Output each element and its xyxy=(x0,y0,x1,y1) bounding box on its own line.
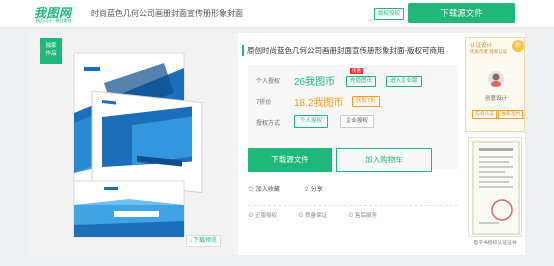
download-preview-link[interactable]: ↓下载预览 xyxy=(186,235,222,247)
favorite-action[interactable]: ☆ 加入收藏 xyxy=(248,184,280,193)
license-option-enterprise[interactable]: 企业授权 xyxy=(340,115,375,128)
promo-badge: 优惠 xyxy=(350,68,363,74)
brochure-preview-image[interactable] xyxy=(30,33,238,255)
top-download-button[interactable]: 下载源文件 xyxy=(408,3,515,23)
product-info: 原创时尚蓝色几何公司画册封面宣传册形象封面-版权可商用 个人授权 26我图币 优… xyxy=(240,33,458,255)
discount-label: 7折价 xyxy=(256,100,272,106)
share-action[interactable]: ⇪ 分享 xyxy=(304,184,323,193)
top-bar: 我图网 精品设计 · 原创素材 时尚蓝色几何公司画册封面宣传册形象封面 版权授权… xyxy=(0,0,554,28)
divider xyxy=(248,205,458,206)
share-icon: ⇪ xyxy=(304,187,310,193)
feature-item: ⊘ 售后服务 xyxy=(348,213,378,219)
product-title: 原创时尚蓝色几何公司画册封面宣传册形象封面-版权可商用 xyxy=(242,45,445,56)
feature-item: ⊘ 质量保证 xyxy=(298,213,328,219)
certificate-caption: 电子书授权认证证书 xyxy=(473,241,517,246)
shield-icon: ⊘ xyxy=(298,213,304,219)
shield-icon: ⊘ xyxy=(248,213,254,219)
logo-tagline: 精品设计 · 原创素材 xyxy=(36,18,72,23)
medal-icon: 优 xyxy=(512,40,524,52)
designer-sidebar: 认证设计 优质作者 独家认证 优 创意设计 实名认证 独家签约 电子书授权认证证… xyxy=(462,33,525,255)
page-title: 时尚蓝色几何公司画册封面宣传册形象封面 xyxy=(91,9,243,18)
license-method-label: 授权方式 xyxy=(256,121,281,127)
add-to-cart-button[interactable]: 加入购物车 xyxy=(336,148,432,172)
personal-license-label: 个人授权 xyxy=(256,79,281,85)
star-icon: ☆ xyxy=(248,187,255,193)
feature-item: ⊘ 正版授权 xyxy=(248,213,278,219)
get-discount-button[interactable]: 获取7折 xyxy=(352,96,380,107)
shield-icon: ⊘ xyxy=(348,213,354,219)
signed-tag: 独家签约 xyxy=(498,110,524,119)
personal-price: 26我图币 xyxy=(294,77,336,88)
license-option-personal[interactable]: 个人授权 xyxy=(294,115,329,128)
discount-price: 18.2我图币 xyxy=(294,98,344,109)
designer-name[interactable]: 创意设计 xyxy=(466,94,526,102)
preview-panel[interactable]: 独家 作品 ↓下载预览 xyxy=(30,33,238,255)
certificate-image[interactable] xyxy=(468,137,522,237)
auth-subtitle: 优质作者 独家认证 xyxy=(470,49,508,54)
license-tag[interactable]: 版权授权 xyxy=(374,8,405,20)
auth-title: 认证设计 xyxy=(470,43,493,49)
verified-tag: 实名认证 xyxy=(472,110,498,119)
enterprise-button[interactable]: 进入企业版 xyxy=(386,76,422,87)
certified-designer-card[interactable]: 认证设计 优质作者 独家认证 优 创意设计 实名认证 独家签约 xyxy=(465,37,525,132)
avatar[interactable] xyxy=(488,71,504,87)
download-button[interactable]: 下载源文件 xyxy=(248,148,332,172)
recharge-button[interactable]: 充值图币 xyxy=(346,76,377,87)
product-card: 独家 作品 ↓下载预览 原创时尚蓝色几何公司画册封面宣传册形象封面-版权可商用 … xyxy=(30,33,525,255)
